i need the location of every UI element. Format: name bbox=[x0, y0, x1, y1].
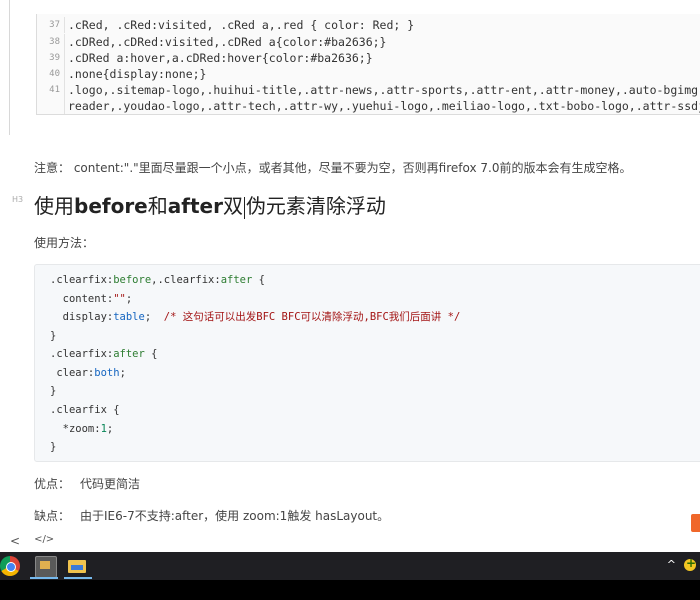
code-line: 37 .cRed, .cRed:visited, .cRed a,.red { … bbox=[37, 17, 414, 33]
tray-app-icon[interactable] bbox=[684, 556, 696, 571]
line-number: 39 bbox=[37, 50, 65, 66]
line-number bbox=[37, 98, 65, 114]
tray-chevron-icon[interactable]: ^ bbox=[667, 558, 676, 571]
chrome-icon[interactable] bbox=[0, 556, 20, 576]
editor-bottom-toolbar: < </> bbox=[10, 534, 54, 548]
text-cursor bbox=[243, 196, 245, 219]
heading-text: 双 bbox=[222, 194, 243, 218]
code-line: } bbox=[50, 330, 57, 342]
code-line: *zoom:1; bbox=[50, 423, 114, 435]
taskbar: ^ bbox=[0, 552, 700, 580]
code-line: } bbox=[50, 441, 57, 453]
note-paragraph: 注意： content:"."里面尽量跟一个小点，或者其他，尽量不要为空，否则再… bbox=[34, 161, 632, 175]
code-text: .logo,.sitemap-logo,.huihui-title,.attr-… bbox=[68, 83, 700, 97]
code-text: .none{display:none;} bbox=[68, 67, 207, 81]
margin-line bbox=[9, 0, 10, 135]
code-text: .cRed, .cRed:visited, .cRed a,.red { col… bbox=[68, 18, 415, 32]
system-tray: ^ bbox=[667, 556, 696, 572]
code-line: display:table; /* 这句话可以出发BFC BFC可以清除浮动,B… bbox=[50, 311, 461, 323]
heading-text: 使用 bbox=[34, 194, 74, 218]
code-line: clear:both; bbox=[50, 367, 126, 379]
heading-bold: after bbox=[167, 194, 223, 218]
code-text: reader,.youdao-logo,.attr-tech,.attr-wy,… bbox=[68, 99, 700, 113]
code-line: content:""; bbox=[50, 293, 133, 305]
active-app-indicator bbox=[64, 577, 92, 579]
cons-line: 缺点： 由于IE6-7不支持:after，使用 zoom:1触发 hasLayou… bbox=[34, 507, 389, 524]
cons-label: 缺点： bbox=[34, 509, 71, 523]
code-line: 38 .cDRed,.cDRed:visited,.cDRed a{color:… bbox=[37, 34, 387, 50]
code-line: 41 .logo,.sitemap-logo,.huihui-title,.at… bbox=[37, 82, 700, 98]
line-number: 40 bbox=[37, 66, 65, 82]
screen-bottom-edge bbox=[0, 580, 700, 600]
code-line: 39 .cDRed a:hover,a.cDRed:hover{color:#b… bbox=[37, 50, 373, 66]
terminal-app-icon[interactable] bbox=[35, 556, 57, 578]
line-number: 38 bbox=[37, 34, 65, 50]
code-line: .clearfix { bbox=[50, 404, 120, 416]
code-text: .cDRed,.cDRed:visited,.cDRed a{color:#ba… bbox=[68, 35, 387, 49]
cons-text: 由于IE6-7不支持:after，使用 zoom:1触发 hasLayout。 bbox=[80, 509, 390, 523]
code-text: .cDRed a:hover,a.cDRed:hover{color:#ba26… bbox=[68, 51, 373, 65]
code-line: reader,.youdao-logo,.attr-tech,.attr-wy,… bbox=[37, 98, 700, 114]
heading-anchor-icon[interactable]: H3 bbox=[12, 195, 23, 204]
code-line: .clearfix:before,.clearfix:after { bbox=[50, 274, 265, 286]
pros-text: 代码更简洁 bbox=[80, 477, 141, 491]
section-heading: 使用before和after双 伪元素清除浮动 bbox=[34, 190, 386, 219]
active-app-indicator bbox=[30, 577, 58, 579]
code-line: .clearfix:after { bbox=[50, 348, 158, 360]
heading-bold: before bbox=[74, 194, 148, 218]
code-line: 40 .none{display:none;} bbox=[37, 66, 206, 82]
code-block-clearfix: .clearfix:before,.clearfix:after { conte… bbox=[34, 264, 700, 462]
usage-label: 使用方法： bbox=[34, 236, 95, 250]
code-line: } bbox=[50, 385, 57, 397]
collapse-icon[interactable]: < bbox=[10, 534, 20, 548]
side-widget-icon[interactable] bbox=[691, 514, 700, 532]
pros-line: 优点： 代码更简洁 bbox=[34, 475, 140, 492]
line-number: 37 bbox=[37, 17, 65, 33]
heading-text: 和 bbox=[147, 194, 168, 218]
document-area: 37 .cRed, .cRed:visited, .cRed a,.red { … bbox=[0, 0, 700, 552]
heading-text: 伪元素清除浮动 bbox=[245, 194, 386, 218]
pros-label: 优点： bbox=[34, 477, 71, 491]
line-number: 41 bbox=[37, 82, 65, 98]
source-code-icon[interactable]: </> bbox=[34, 534, 54, 548]
file-explorer-icon[interactable] bbox=[68, 556, 88, 576]
code-block-css: 37 .cRed, .cRed:visited, .cRed a,.red { … bbox=[36, 14, 700, 115]
